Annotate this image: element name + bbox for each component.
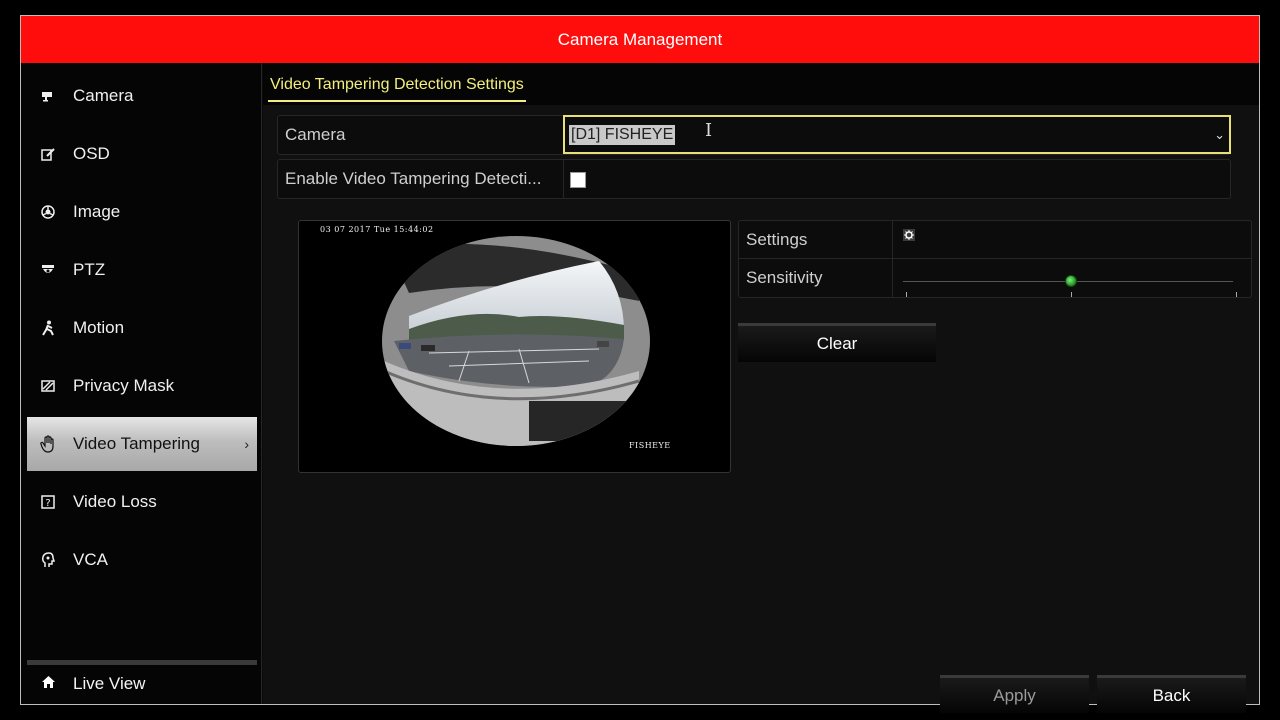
sidebar-item-label: PTZ [73, 260, 106, 279]
sidebar-item-vca[interactable]: VCA [27, 533, 257, 587]
text-cursor-icon: I [705, 120, 713, 141]
sidebar-item-camera[interactable]: Camera [27, 69, 257, 123]
question-box-icon: ? [37, 495, 59, 509]
svg-text:?: ? [45, 498, 50, 509]
sidebar-item-video-loss[interactable]: ? Video Loss [27, 475, 257, 529]
window-title: Camera Management [21, 16, 1259, 63]
camera-select[interactable]: [D1] FISHEYE ⌄ [563, 115, 1231, 154]
row-divider [563, 160, 564, 198]
sidebar-item-motion[interactable]: Motion [27, 301, 257, 355]
back-button[interactable]: Back [1097, 675, 1246, 713]
clear-button[interactable]: Clear [738, 323, 936, 362]
main-panel: Video Tampering Detection Settings Camer… [263, 63, 1259, 713]
sidebar-item-image[interactable]: Image [27, 185, 257, 239]
hand-icon [37, 435, 59, 453]
home-icon [37, 674, 59, 694]
enable-checkbox[interactable] [570, 172, 586, 188]
camera-management-window: Camera Management Camera OSD Image PTZ M… [20, 15, 1260, 713]
enable-label: Enable Video Tampering Detecti... [285, 169, 542, 188]
sidebar-item-label: Video Loss [73, 492, 157, 511]
fisheye-image [382, 236, 650, 446]
chevron-down-icon: ⌄ [1214, 127, 1225, 142]
ptz-dome-icon [37, 264, 59, 276]
tab-strip: Video Tampering Detection Settings [263, 63, 1259, 105]
sidebar-item-label: Camera [73, 86, 134, 105]
osd-timestamp: 03 07 2017 Tue 15:44:02 [320, 225, 434, 234]
sidebar-item-video-tampering[interactable]: Video Tampering › [27, 417, 257, 471]
camera-label: Camera [285, 125, 346, 144]
sidebar: Camera OSD Image PTZ Motion Privacy Mask… [21, 63, 262, 704]
osd-edit-icon [37, 147, 59, 161]
chevron-right-icon: › [244, 436, 249, 452]
sidebar-item-label: Image [73, 202, 121, 221]
sidebar-item-osd[interactable]: OSD [27, 127, 257, 181]
osd-camera-name: FISHEYE [629, 441, 671, 450]
tab-video-tampering-detection-settings[interactable]: Video Tampering Detection Settings [268, 69, 526, 102]
sidebar-item-label: Motion [73, 318, 125, 337]
sidebar-item-label: Privacy Mask [73, 376, 175, 395]
sidebar-item-privacy-mask[interactable]: Privacy Mask [27, 359, 257, 413]
sensitivity-label: Sensitivity [746, 268, 823, 287]
sensitivity-slider[interactable] [898, 220, 1238, 300]
live-view-button[interactable]: Live View [27, 660, 257, 702]
slider-tick [1236, 292, 1237, 297]
video-preview[interactable]: 03 07 2017 Tue 15:44:02 FISHEYE [298, 220, 731, 473]
sidebar-item-label: Video Tampering [73, 434, 200, 453]
sidebar-item-ptz[interactable]: PTZ [27, 243, 257, 297]
row-divider [892, 259, 893, 297]
settings-label: Settings [746, 229, 808, 249]
row-divider [892, 221, 893, 258]
apply-button[interactable]: Apply [940, 675, 1089, 713]
sidebar-item-label: OSD [73, 144, 110, 163]
live-view-label: Live View [73, 673, 146, 693]
image-aperture-icon [37, 205, 59, 219]
camera-icon [37, 90, 59, 102]
camera-select-value: [D1] FISHEYE [569, 124, 676, 145]
slider-knob[interactable] [1065, 275, 1077, 287]
sidebar-item-label: VCA [73, 550, 108, 569]
motion-person-icon [37, 320, 59, 336]
enable-row: Enable Video Tampering Detecti... [277, 159, 1231, 199]
slider-tick [1071, 292, 1072, 297]
slider-tick [906, 292, 907, 297]
privacy-mask-icon [37, 380, 59, 392]
vca-head-icon [37, 552, 59, 568]
